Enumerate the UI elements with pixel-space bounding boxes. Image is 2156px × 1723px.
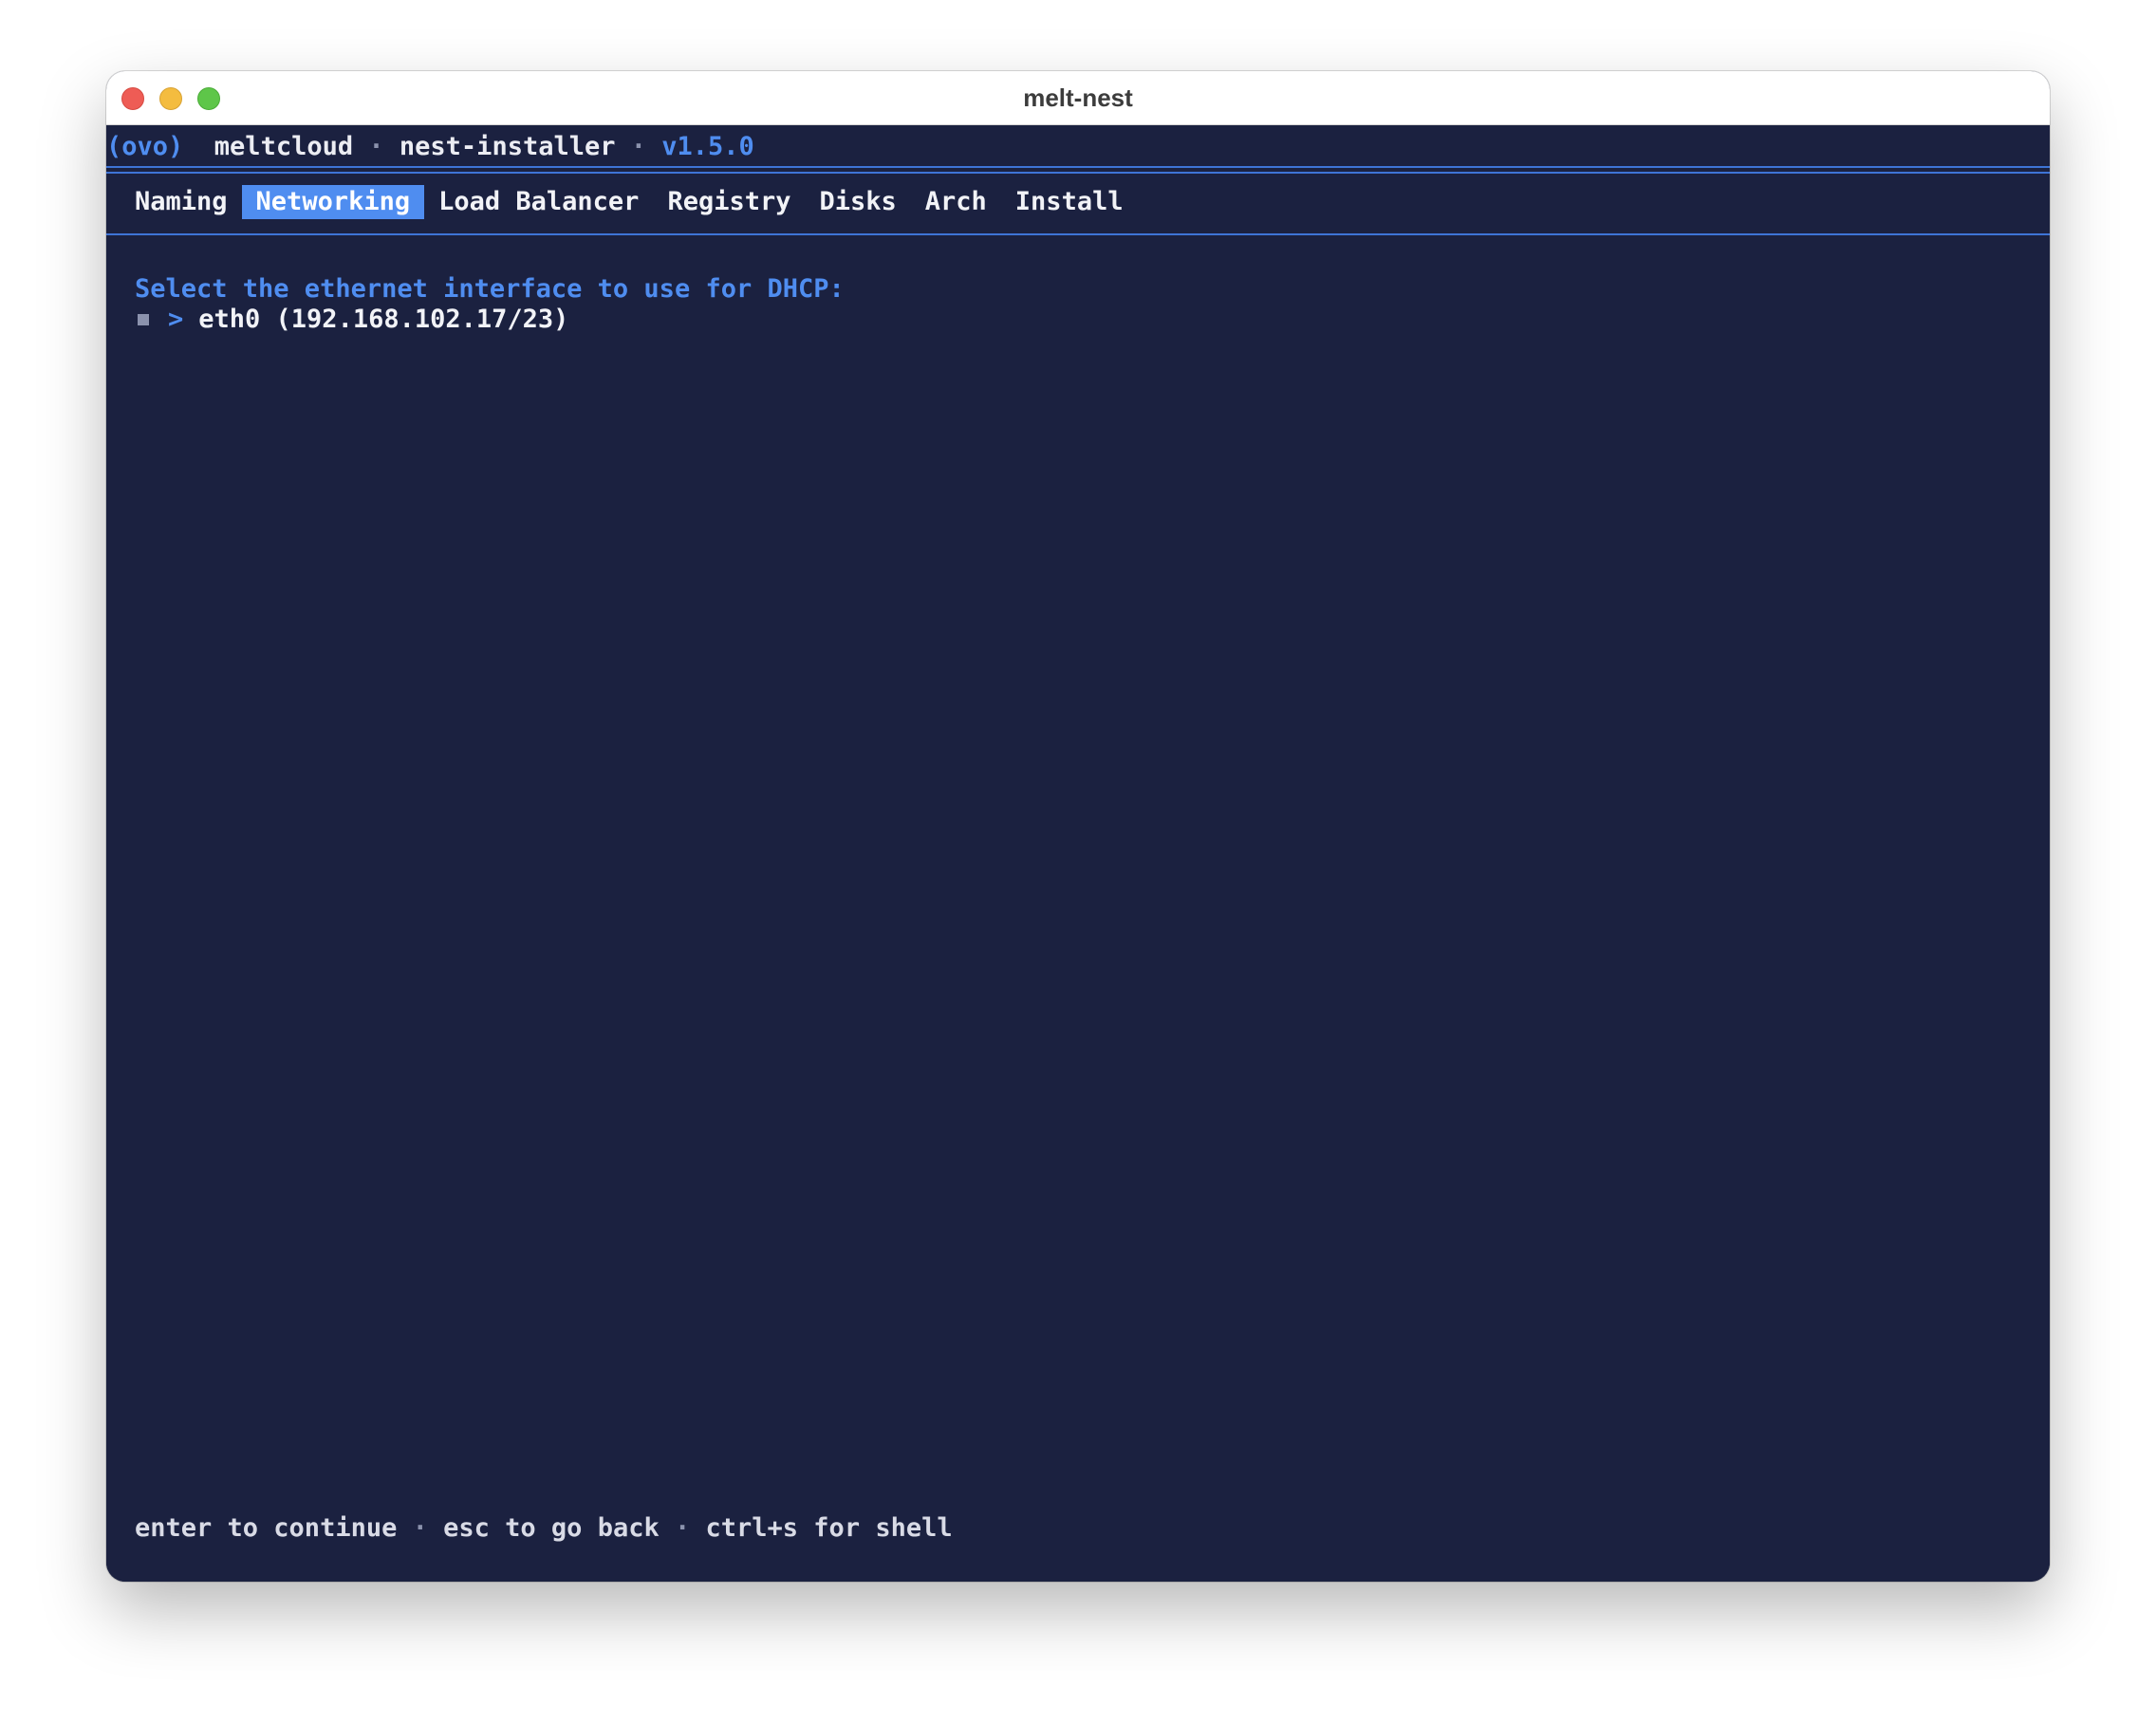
installer-header: (ovo) meltcloud · nest-installer · v1.5.… [106, 131, 754, 163]
tabs-divider [106, 233, 2050, 235]
header-separator: · [368, 132, 384, 161]
version-label: v1.5.0 [661, 132, 754, 161]
app-window: melt-nest (ovo) meltcloud · nest-install… [106, 71, 2050, 1582]
tab-install[interactable]: Install [1001, 185, 1138, 219]
app-name: nest-installer [399, 132, 616, 161]
brand-name: meltcloud [214, 132, 354, 161]
tab-disks[interactable]: Disks [805, 185, 910, 219]
hint-separator: · [412, 1513, 428, 1543]
prompt-text: Select the ethernet interface to use for… [135, 274, 845, 304]
hint-continue: enter to continue [135, 1513, 398, 1543]
header-divider [106, 172, 2050, 174]
header-separator: · [630, 132, 647, 161]
hint-back: esc to go back [443, 1513, 660, 1543]
interface-option-eth0[interactable]: > eth0 (192.168.102.17/23) [135, 304, 568, 336]
tab-registry[interactable]: Registry [653, 185, 805, 219]
tab-naming[interactable]: Naming [135, 185, 242, 219]
step-tabs: Naming Networking Load Balancer Registry… [135, 185, 1138, 219]
key-hints: enter to continue · esc to go back · ctr… [135, 1512, 953, 1545]
hint-separator: · [674, 1513, 691, 1543]
terminal-area: (ovo) meltcloud · nest-installer · v1.5.… [106, 125, 2050, 1582]
title-bar: melt-nest [106, 71, 2050, 125]
cursor-chevron-icon: > [168, 305, 184, 334]
selection-marker-icon [138, 314, 149, 325]
hint-shell: ctrl+s for shell [705, 1513, 953, 1543]
tab-arch[interactable]: Arch [911, 185, 1001, 219]
header-divider [106, 166, 2050, 168]
interface-label: eth0 (192.168.102.17/23) [198, 305, 569, 334]
tab-load-balancer[interactable]: Load Balancer [424, 185, 653, 219]
window-title: melt-nest [1023, 83, 1133, 112]
tab-networking[interactable]: Networking [241, 185, 425, 219]
logo-text: (ovo) [106, 132, 184, 161]
